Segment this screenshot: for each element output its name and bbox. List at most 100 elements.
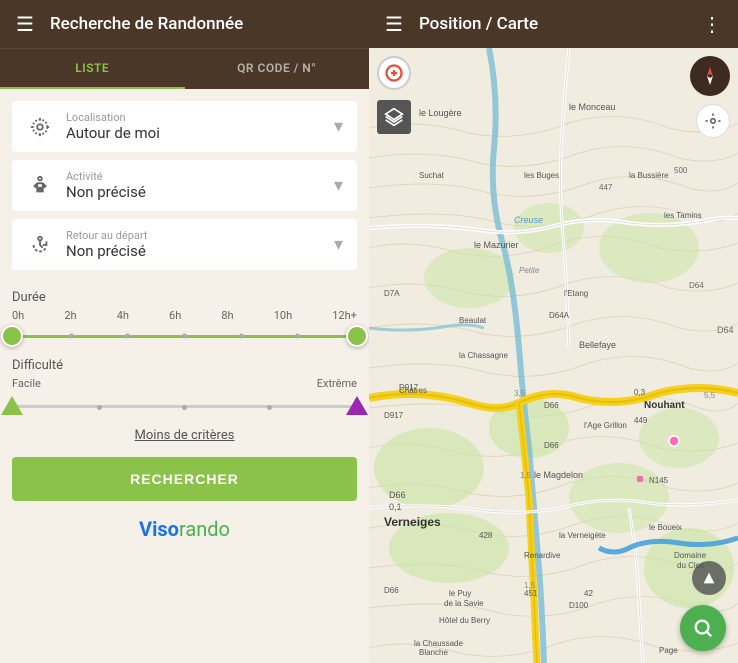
dur-0h: 0h — [12, 309, 24, 322]
svg-text:le Boueix: le Boueix — [649, 523, 682, 532]
svg-text:le Mazurier: le Mazurier — [474, 240, 519, 250]
dot-3 — [125, 334, 130, 339]
map-plus-button[interactable] — [377, 56, 411, 90]
left-menu-icon[interactable]: ☰ — [16, 12, 34, 36]
difficulty-section: Difficulté Facile Extrême — [0, 350, 369, 422]
logo-rando: rando — [179, 517, 230, 541]
svg-text:Renardive: Renardive — [524, 551, 561, 560]
svg-text:Beaulat: Beaulat — [459, 316, 487, 325]
dur-8h: 8h — [221, 309, 233, 322]
svg-text:N145: N145 — [649, 476, 669, 485]
svg-text:Page: Page — [659, 646, 678, 655]
filters-list: Localisation Autour de moi ▾ Activité No… — [0, 89, 369, 282]
difficulty-thumb-right[interactable] — [346, 396, 368, 415]
svg-text:les Tamins: les Tamins — [664, 211, 702, 220]
svg-text:Creuse: Creuse — [514, 215, 543, 225]
tab-qr[interactable]: QR CODE / N° — [185, 49, 370, 89]
filter-localisation-label: Localisation — [66, 111, 322, 124]
rechercher-button[interactable]: RECHERCHER — [12, 457, 357, 501]
svg-text:Bellefaye: Bellefaye — [579, 340, 616, 350]
filter-localisation-content: Localisation Autour de moi — [66, 111, 322, 142]
filter-retour-label: Retour au départ — [66, 229, 322, 242]
filter-localisation[interactable]: Localisation Autour de moi ▾ — [12, 101, 357, 152]
dot-6 — [295, 334, 300, 339]
svg-text:D66: D66 — [544, 401, 559, 410]
duration-slider[interactable] — [12, 326, 357, 346]
dot-4 — [182, 334, 187, 339]
filter-retour[interactable]: Retour au départ Non précisé ▾ — [12, 219, 357, 270]
dot-5 — [239, 334, 244, 339]
left-title: Recherche de Randonnée — [50, 14, 243, 34]
filter-retour-content: Retour au départ Non précisé — [66, 229, 322, 260]
duration-thumb-right[interactable] — [346, 325, 368, 347]
visorando-logo: Visorando — [0, 509, 369, 549]
map-location-button[interactable] — [696, 104, 730, 138]
svg-text:D64A: D64A — [549, 311, 570, 320]
svg-text:Verneiges: Verneiges — [384, 515, 441, 529]
diff-dot-2 — [97, 405, 102, 410]
map-container: le Lougère le Monceau la Bussière Suchat… — [369, 48, 738, 663]
filter-activite-label: Activité — [66, 170, 322, 183]
difficulty-dots — [12, 405, 357, 410]
map-up-button[interactable] — [692, 561, 726, 595]
left-panel: ☰ Recherche de Randonnée LISTE QR CODE /… — [0, 0, 369, 663]
filter-activite[interactable]: Activité Non précisé ▾ — [12, 160, 357, 211]
svg-text:5,5: 5,5 — [704, 391, 716, 400]
svg-text:3,5: 3,5 — [514, 389, 526, 398]
activite-icon — [26, 172, 54, 200]
map-svg[interactable]: le Lougère le Monceau la Bussière Suchat… — [369, 48, 738, 663]
localisation-icon — [26, 113, 54, 141]
svg-text:Domaine: Domaine — [674, 551, 707, 560]
map-search-button[interactable] — [680, 605, 726, 651]
dur-4h: 4h — [117, 309, 129, 322]
svg-text:la Chassagne: la Chassagne — [459, 351, 508, 360]
dur-2h: 2h — [64, 309, 76, 322]
svg-text:1,5: 1,5 — [524, 581, 536, 590]
svg-text:Blanche: Blanche — [419, 648, 448, 657]
svg-text:42: 42 — [584, 589, 593, 598]
retour-icon — [26, 231, 54, 259]
svg-text:l'Age Grillon: l'Age Grillon — [584, 421, 627, 430]
difficulty-slider[interactable] — [12, 394, 357, 418]
svg-text:la Chaussade: la Chaussade — [414, 639, 463, 648]
svg-text:428: 428 — [479, 531, 493, 540]
svg-text:D917: D917 — [384, 411, 404, 420]
map-layers-button[interactable] — [377, 100, 411, 134]
svg-text:la Bussière: la Bussière — [629, 171, 669, 180]
svg-text:D66: D66 — [389, 490, 406, 500]
svg-text:D917: D917 — [399, 383, 419, 392]
filter-activite-value: Non précisé — [66, 183, 322, 201]
right-title: Position / Carte — [419, 14, 686, 34]
svg-text:Petite: Petite — [519, 266, 540, 275]
difficulty-thumb-left[interactable] — [1, 396, 23, 415]
tab-liste[interactable]: LISTE — [0, 49, 185, 89]
dur-6h: 6h — [169, 309, 181, 322]
diff-label-right: Extrême — [317, 377, 357, 390]
svg-text:D64: D64 — [717, 325, 734, 335]
svg-text:D66: D66 — [384, 586, 399, 595]
duration-thumb-left[interactable] — [1, 325, 23, 347]
svg-text:0,1: 0,1 — [389, 502, 402, 512]
svg-text:0,3: 0,3 — [634, 388, 646, 397]
filter-retour-value: Non précisé — [66, 242, 322, 260]
svg-text:Nouhant: Nouhant — [644, 400, 685, 411]
right-menu-icon[interactable]: ☰ — [385, 12, 403, 36]
svg-text:le Monceau: le Monceau — [569, 102, 616, 112]
difficulty-title: Difficulté — [12, 358, 357, 373]
right-panel: ☰ Position / Carte ⋮ — [369, 0, 738, 663]
map-compass-button[interactable] — [690, 56, 730, 96]
svg-text:500: 500 — [674, 166, 688, 175]
logo-viso: Viso — [139, 517, 179, 541]
svg-text:D64: D64 — [689, 281, 704, 290]
duration-section: Durée 0h 2h 4h 6h 8h 10h 12h+ — [0, 282, 369, 350]
svg-text:le Magdelon: le Magdelon — [534, 470, 583, 480]
filter-retour-arrow: ▾ — [334, 234, 343, 255]
dur-12h: 12h+ — [332, 309, 357, 322]
duration-slider-dots — [12, 334, 357, 339]
right-more-icon[interactable]: ⋮ — [702, 12, 722, 36]
diff-dot-3 — [182, 405, 187, 410]
svg-text:D7A: D7A — [384, 289, 400, 298]
svg-text:Hôtel du Berry: Hôtel du Berry — [439, 616, 490, 625]
tabs-bar: LISTE QR CODE / N° — [0, 48, 369, 89]
moins-criteres-link[interactable]: Moins de critères — [0, 422, 369, 449]
